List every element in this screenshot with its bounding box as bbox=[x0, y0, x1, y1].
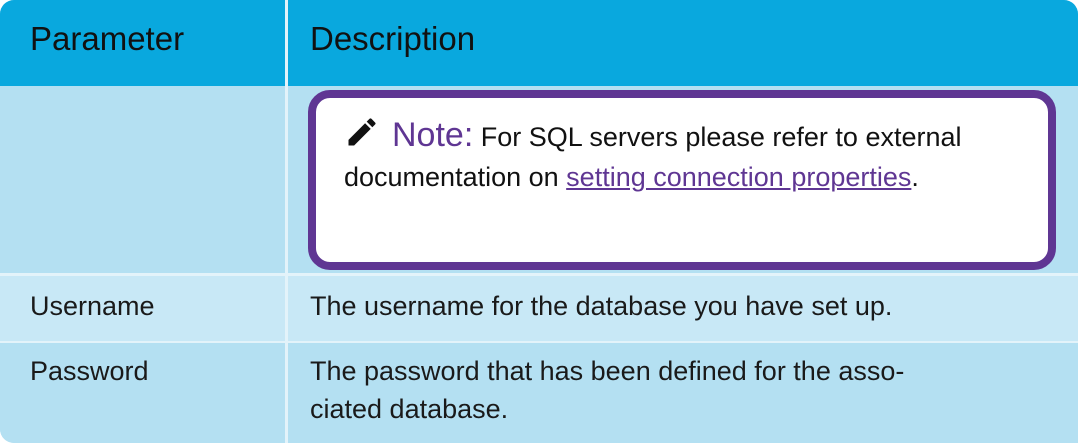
setting-connection-properties-link[interactable]: setting connection properties bbox=[566, 162, 911, 192]
parameter-cell: Username bbox=[30, 291, 155, 321]
header-description: Description bbox=[310, 20, 476, 57]
table-row: Username The username for the database y… bbox=[0, 276, 1078, 341]
note-period: . bbox=[911, 162, 919, 192]
note-colon: : bbox=[463, 116, 474, 154]
note-title: Note bbox=[392, 116, 464, 154]
column-divider bbox=[285, 0, 288, 443]
description-cell-line1: The password that has been defined for t… bbox=[310, 356, 905, 386]
table-header-row: Parameter Description bbox=[0, 0, 1078, 86]
description-cell-line2: ciated database. bbox=[310, 394, 509, 424]
header-parameter: Parameter bbox=[30, 20, 185, 57]
table-row: Password The password that has been defi… bbox=[0, 343, 1078, 443]
note-callout: Note: For SQL servers please refer to ex… bbox=[308, 90, 1056, 270]
parameters-table: Parameter Description Username The usern… bbox=[0, 0, 1078, 443]
description-cell: The username for the database you have s… bbox=[310, 291, 893, 321]
parameter-cell: Password bbox=[30, 356, 149, 386]
pencil-icon bbox=[344, 114, 380, 150]
